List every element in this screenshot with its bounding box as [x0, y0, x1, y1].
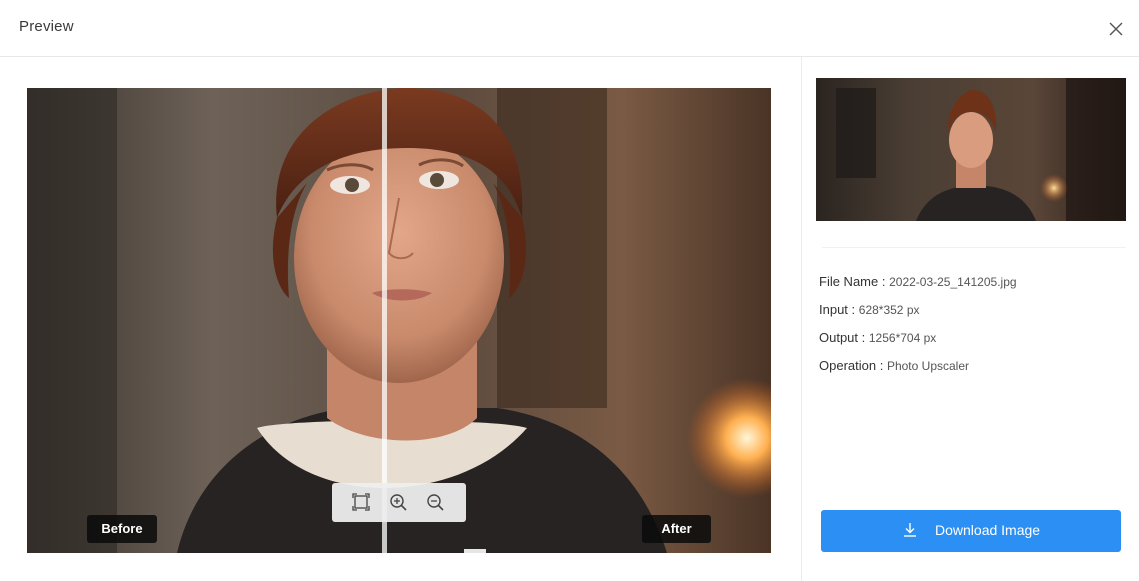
- compare-viewer[interactable]: Before After: [27, 88, 771, 553]
- thumbnail-separator: [822, 247, 1126, 248]
- download-button-label: Download Image: [935, 522, 1041, 538]
- file-name-value: 2022-03-25_141205.jpg: [889, 275, 1017, 289]
- input-value: 628*352 px: [858, 303, 920, 317]
- output-value: 1256*704 px: [868, 331, 937, 345]
- download-icon: [904, 523, 916, 537]
- close-icon[interactable]: [1104, 17, 1128, 41]
- input-label: Input :: [819, 302, 856, 317]
- dialog-header: Preview: [0, 0, 1139, 57]
- dialog-title: Preview: [19, 18, 74, 35]
- operation-label: Operation :: [819, 358, 884, 373]
- fit-screen-icon[interactable]: [350, 491, 372, 513]
- output-label: Output :: [819, 330, 866, 345]
- file-name-row: File Name : 2022-03-25_141205.jpg: [819, 274, 1017, 289]
- scroll-indicator: [464, 549, 486, 553]
- file-name-label: File Name :: [819, 274, 886, 289]
- operation-value: Photo Upscaler: [886, 359, 969, 373]
- output-row: Output : 1256*704 px: [819, 330, 936, 345]
- zoom-in-icon[interactable]: [387, 491, 409, 513]
- zoom-toolbar: [332, 483, 466, 522]
- after-label: After: [642, 515, 711, 543]
- thumbnail-image: [816, 78, 1126, 221]
- download-image-button[interactable]: Download Image: [821, 510, 1121, 552]
- operation-row: Operation : Photo Upscaler: [819, 358, 969, 373]
- zoom-out-icon[interactable]: [424, 491, 446, 513]
- before-label: Before: [87, 515, 157, 543]
- panel-divider: [801, 57, 802, 581]
- input-row: Input : 628*352 px: [819, 302, 920, 317]
